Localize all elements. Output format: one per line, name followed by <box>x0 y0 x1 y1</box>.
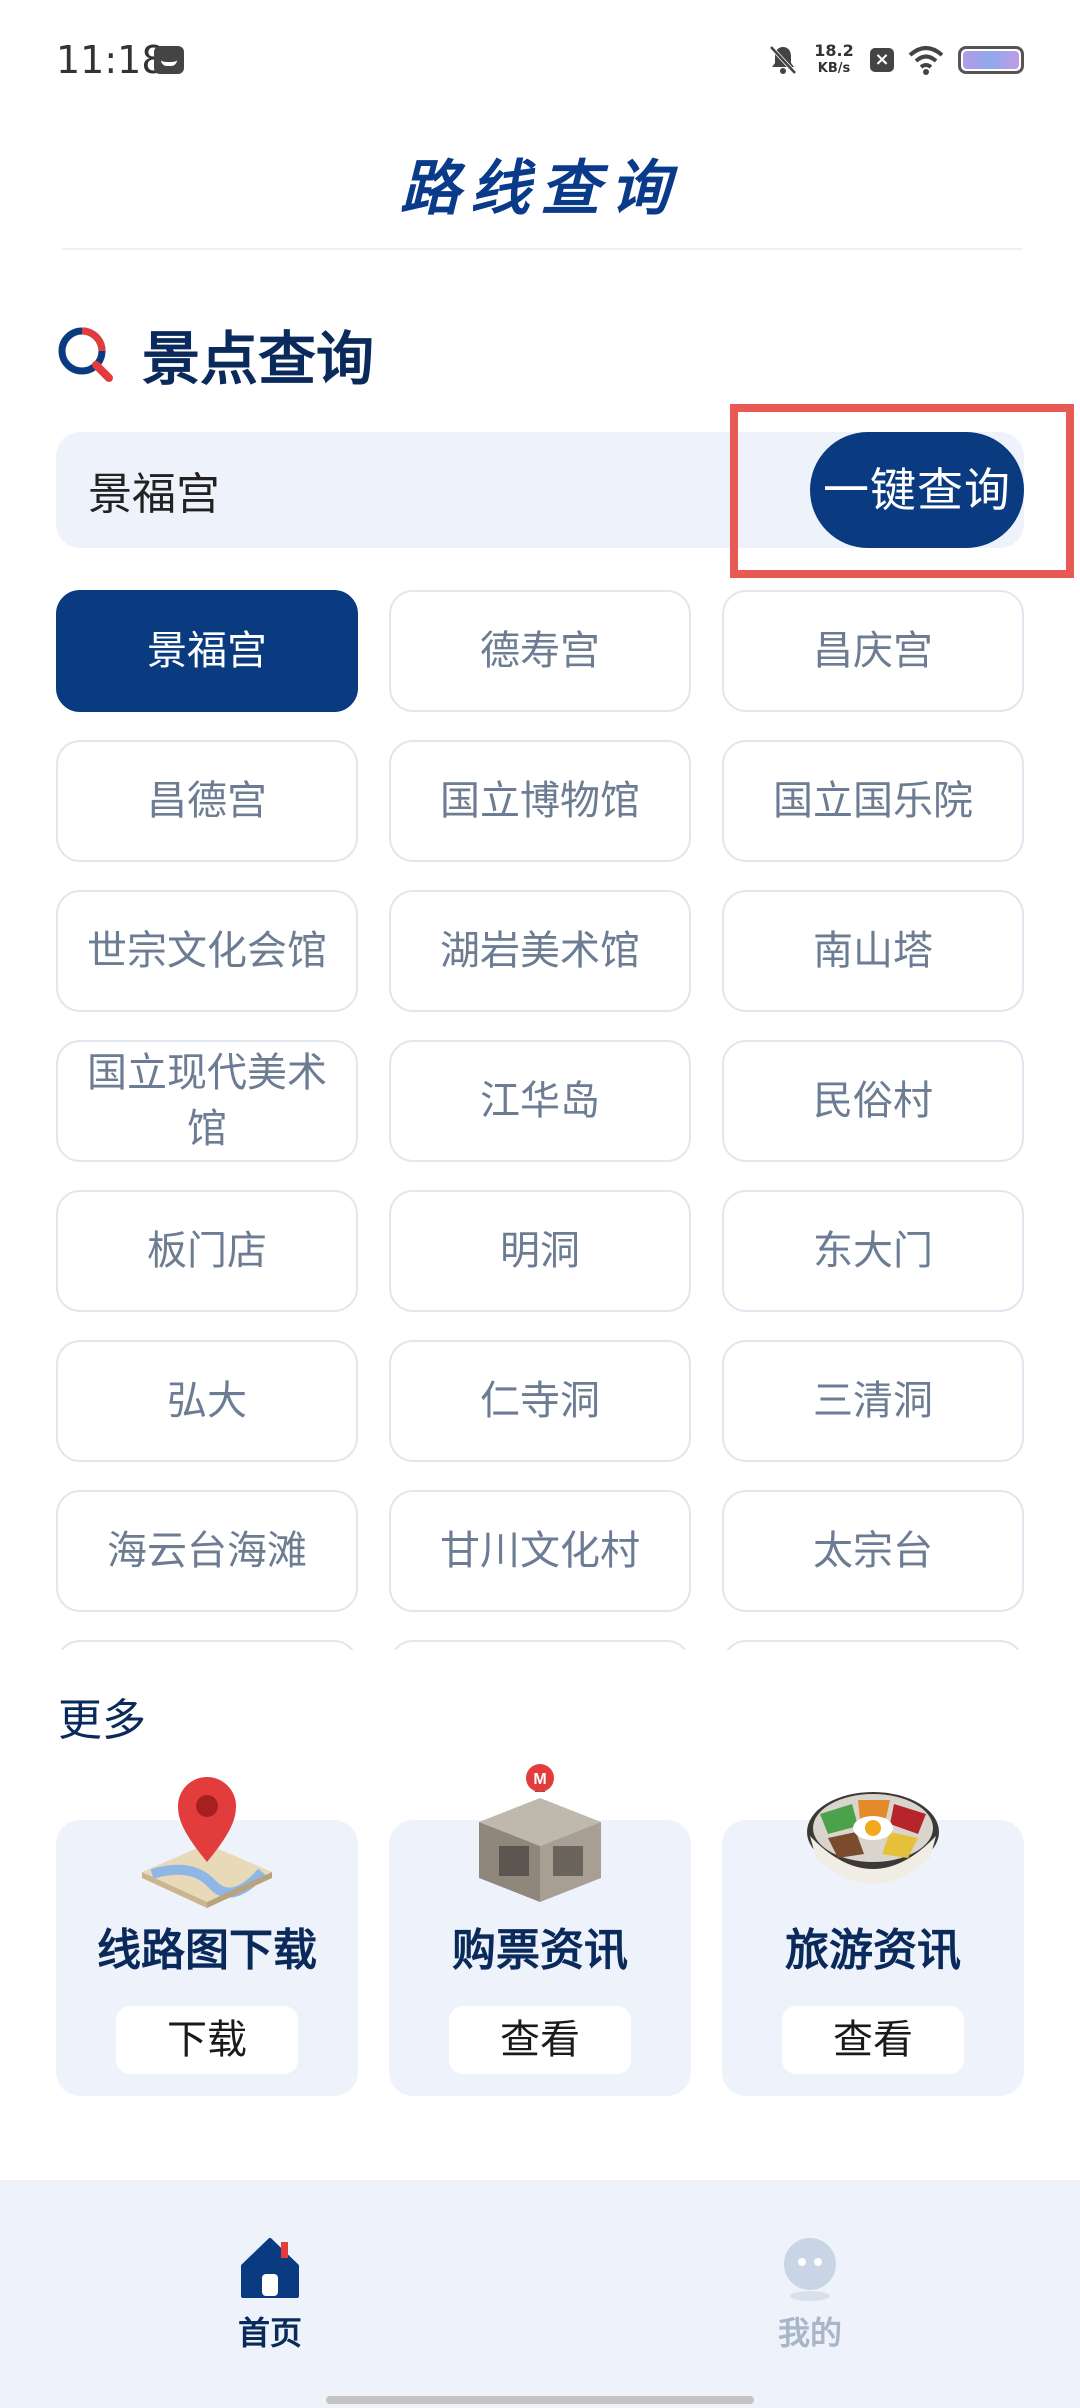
more-cards: 线路图下载 下载 M 购票资讯 查看 旅游资讯 查看 <box>56 1764 1024 2096</box>
attraction-list[interactable]: 景福宫 德寿宫 昌庆宫昌德宫 国立博物馆 国立国乐院世宗文化会馆 湖岩美术馆 南山塔国立现代… <box>0 590 1080 1650</box>
nav-me[interactable]: 我的 <box>710 2232 910 2372</box>
close-box-icon: × <box>870 48 894 72</box>
attraction-chip[interactable] <box>389 1640 691 1650</box>
wifi-icon <box>908 45 944 75</box>
attraction-chip[interactable] <box>56 1640 358 1650</box>
highlight-box <box>730 404 1074 578</box>
attraction-chip[interactable]: 国立现代美术馆 <box>56 1040 358 1162</box>
attraction-chip[interactable]: 东大门 <box>722 1190 1024 1312</box>
net-speed-value: 18.2 <box>814 41 854 60</box>
status-time: 11:18 <box>56 38 166 82</box>
net-speed: 18.2 KB/s <box>812 42 856 78</box>
view-travel-button[interactable]: 查看 <box>782 2006 964 2074</box>
attraction-chip[interactable]: 昌德宫 <box>56 740 358 862</box>
more-title: 更多 <box>58 1695 146 1746</box>
attraction-chip[interactable]: 世宗文化会馆 <box>56 890 358 1012</box>
card-title: 旅游资讯 <box>785 1925 961 1976</box>
status-bar: 11:18 18.2 KB/s × <box>0 0 1080 120</box>
profile-icon <box>775 2232 845 2302</box>
status-icons: 18.2 KB/s × <box>768 40 1024 80</box>
search-icon <box>56 325 114 383</box>
card-route-map[interactable]: 线路图下载 下载 <box>56 1777 358 2096</box>
attraction-chip[interactable]: 仁寺洞 <box>389 1340 691 1462</box>
page-title: 路线查询 <box>400 154 680 224</box>
attraction-chip[interactable]: 三清洞 <box>722 1340 1024 1462</box>
card-travel-info[interactable]: 旅游资讯 查看 <box>722 1792 1024 2096</box>
header-divider <box>62 248 1022 250</box>
attraction-chip[interactable]: 明洞 <box>389 1190 691 1312</box>
attraction-chip[interactable]: 民俗村 <box>722 1040 1024 1162</box>
attraction-chip[interactable] <box>722 1640 1024 1650</box>
bibimbap-icon <box>798 1762 948 1912</box>
attraction-chip[interactable]: 景福宫 <box>56 590 358 712</box>
bell-off-icon <box>768 44 798 76</box>
attraction-chip[interactable]: 昌庆宫 <box>722 590 1024 712</box>
map-pin-icon <box>132 1762 282 1912</box>
bottom-nav: 首页 我的 <box>0 2180 1080 2408</box>
section-title: 景点查询 <box>142 325 375 393</box>
attraction-chip[interactable]: 江华岛 <box>389 1040 691 1162</box>
attraction-chip[interactable]: 弘大 <box>56 1340 358 1462</box>
attraction-chip[interactable]: 湖岩美术馆 <box>389 890 691 1012</box>
battery-icon <box>958 46 1024 74</box>
attraction-chip[interactable]: 板门店 <box>56 1190 358 1312</box>
metro-gate-icon: M <box>465 1762 615 1912</box>
nav-me-label: 我的 <box>777 2314 842 2352</box>
home-indicator[interactable] <box>326 2396 754 2404</box>
card-title: 线路图下载 <box>97 1925 317 1976</box>
attraction-chip[interactable]: 德寿宫 <box>389 590 691 712</box>
nav-home[interactable]: 首页 <box>170 2232 370 2372</box>
attraction-chip[interactable]: 国立国乐院 <box>722 740 1024 862</box>
search-input[interactable] <box>88 432 788 548</box>
card-tickets[interactable]: M 购票资讯 查看 <box>389 1764 691 2096</box>
app-header: 路线查询 <box>0 120 1080 250</box>
attraction-chip[interactable]: 甘川文化村 <box>389 1490 691 1612</box>
net-speed-unit: KB/s <box>817 61 851 76</box>
attraction-chip[interactable]: 南山塔 <box>722 890 1024 1012</box>
section-header: 景点查询 <box>56 316 374 393</box>
message-icon <box>154 46 184 74</box>
download-button[interactable]: 下载 <box>116 2006 298 2074</box>
card-title: 购票资讯 <box>452 1925 628 1976</box>
view-tickets-button[interactable]: 查看 <box>449 2006 631 2074</box>
svg-text:M: M <box>533 1771 546 1788</box>
nav-home-label: 首页 <box>237 2314 302 2352</box>
attraction-chip[interactable]: 国立博物馆 <box>389 740 691 862</box>
attraction-chip[interactable]: 太宗台 <box>722 1490 1024 1612</box>
home-icon <box>235 2232 305 2302</box>
attraction-grid: 景福宫 德寿宫 昌庆宫昌德宫 国立博物馆 国立国乐院世宗文化会馆 湖岩美术馆 南山塔国立现代… <box>56 590 1024 1650</box>
attraction-chip[interactable]: 海云台海滩 <box>56 1490 358 1612</box>
